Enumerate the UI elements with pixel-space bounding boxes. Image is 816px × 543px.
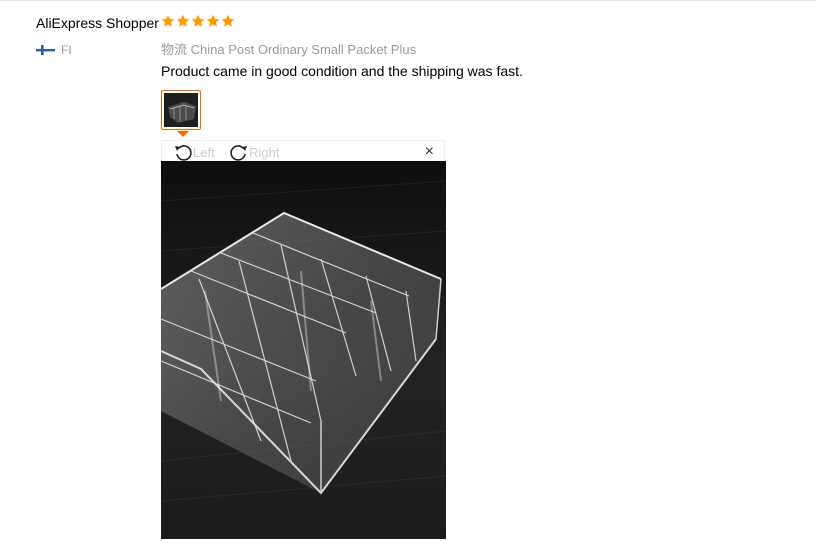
star-icon: [221, 14, 235, 27]
star-icon: [161, 14, 175, 27]
finland-flag-icon: [36, 45, 55, 55]
reviewer-name: AliExpress Shopper: [36, 15, 159, 31]
thumbnail-caret: [177, 131, 189, 137]
rotate-left-label: Left: [193, 144, 215, 160]
star-icon: [206, 14, 220, 27]
close-icon[interactable]: ×: [425, 143, 434, 161]
review-image-thumbnail[interactable]: [161, 90, 201, 130]
rotate-left-button[interactable]: Left: [173, 142, 215, 162]
image-viewer-toolbar: Left Right ×: [161, 140, 445, 161]
logistics-value: China Post Ordinary Small Packet Plus: [190, 42, 417, 57]
thumbnail-image: [164, 93, 198, 127]
rotate-right-button[interactable]: Right: [229, 142, 279, 162]
review-text: Product came in good condition and the s…: [161, 63, 523, 79]
rotate-right-label: Right: [249, 144, 280, 160]
star-rating: [161, 14, 235, 28]
review-image-large: [161, 161, 446, 539]
reviewer-country: FI: [61, 43, 72, 57]
rotate-left-icon: [175, 145, 192, 161]
rotate-right-icon: [230, 145, 247, 161]
star-icon: [191, 14, 205, 27]
logistics-label: 物流: [161, 42, 188, 57]
star-icon: [176, 14, 190, 27]
logistics-info: 物流 China Post Ordinary Small Packet Plus: [161, 39, 416, 58]
top-divider: [0, 0, 816, 1]
